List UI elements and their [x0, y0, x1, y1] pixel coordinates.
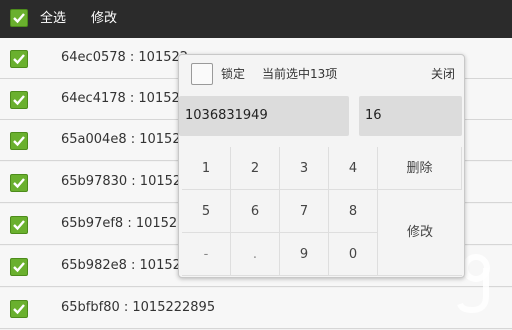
- value-input-text: 1036831949: [185, 108, 268, 123]
- modify-button[interactable]: 修改: [378, 190, 462, 276]
- key-4[interactable]: 4: [329, 147, 378, 190]
- list-item-text: 64ec4178 : 101522: [61, 91, 189, 106]
- key-0[interactable]: 0: [329, 233, 378, 276]
- checkmark-icon: [13, 54, 25, 65]
- list-item-text: 65a004e8 : 101522: [61, 132, 189, 147]
- list-item-text: 65b982e8 : 101522: [61, 258, 190, 273]
- count-input[interactable]: 16: [359, 96, 462, 136]
- checkmark-icon: [13, 220, 25, 231]
- selection-status: 当前选中13项: [262, 67, 338, 81]
- checkmark-icon: [13, 136, 25, 147]
- key-dot[interactable]: .: [231, 233, 280, 276]
- key-6[interactable]: 6: [231, 190, 280, 233]
- list-item[interactable]: 65bfbf80 : 1015222895: [0, 288, 512, 329]
- key-2[interactable]: 2: [231, 147, 280, 190]
- key-9[interactable]: 9: [280, 233, 329, 276]
- list-item-text: 64ec0578 : 101522: [61, 50, 189, 65]
- row-checkbox[interactable]: [10, 216, 28, 234]
- key-7[interactable]: 7: [280, 190, 329, 233]
- list-item-text: 65b97830 : 101522: [61, 174, 190, 189]
- select-all-label[interactable]: 全选: [40, 10, 66, 28]
- keypad: 1 2 3 4 5 6 7 8 - . 9 0 删除 修改: [179, 147, 464, 277]
- row-checkbox[interactable]: [10, 91, 28, 109]
- key-3[interactable]: 3: [280, 147, 329, 190]
- key-5[interactable]: 5: [182, 190, 231, 233]
- key-minus[interactable]: -: [182, 233, 231, 276]
- checkmark-icon: [13, 13, 25, 24]
- row-checkbox[interactable]: [10, 300, 28, 318]
- list-item-text: 65b97ef8 : 101522: [61, 216, 186, 231]
- select-all-checkbox[interactable]: [10, 9, 28, 27]
- lock-checkbox[interactable]: [191, 63, 213, 85]
- checkmark-icon: [13, 95, 25, 106]
- lock-label: 锁定: [221, 67, 246, 81]
- edit-button[interactable]: 修改: [91, 10, 117, 28]
- delete-button[interactable]: 删除: [378, 147, 462, 190]
- list-item-text: 65bfbf80 : 1015222895: [61, 300, 216, 315]
- count-input-text: 16: [365, 108, 382, 123]
- row-checkbox[interactable]: [10, 258, 28, 276]
- checkmark-icon: [13, 304, 25, 315]
- row-checkbox[interactable]: [10, 50, 28, 68]
- row-checkbox[interactable]: [10, 132, 28, 150]
- value-input[interactable]: 1036831949: [179, 96, 349, 136]
- edit-value-dialog: 锁定 当前选中13项 关闭 1036831949 16 1 2 3 4 5 6 …: [178, 54, 465, 278]
- key-1[interactable]: 1: [182, 147, 231, 190]
- key-8[interactable]: 8: [329, 190, 378, 233]
- checkmark-icon: [13, 178, 25, 189]
- top-toolbar: 全选 修改: [0, 0, 512, 38]
- close-button[interactable]: 关闭: [431, 66, 455, 82]
- checkmark-icon: [13, 262, 25, 273]
- row-checkbox[interactable]: [10, 174, 28, 192]
